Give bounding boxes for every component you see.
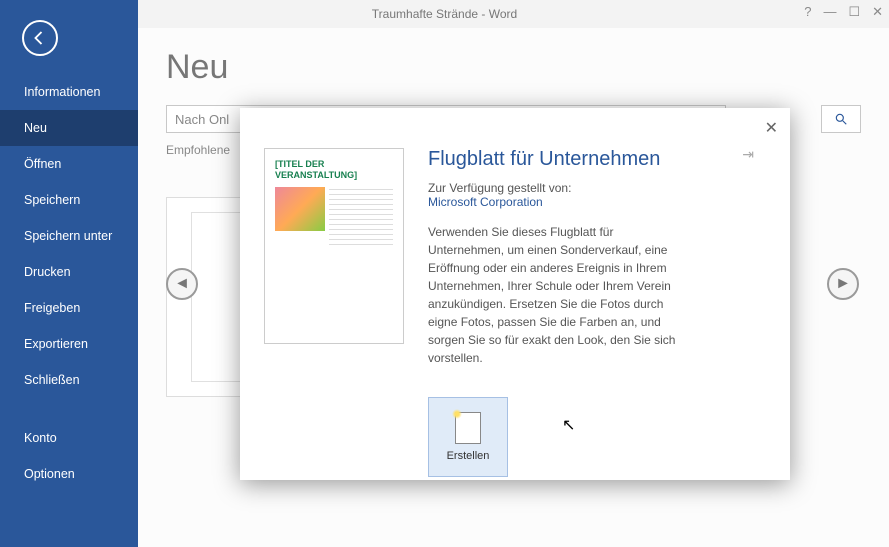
sidebar-item-speichern[interactable]: Speichern	[0, 182, 138, 218]
next-template-button[interactable]: ►	[827, 268, 859, 300]
sidebar-item-neu[interactable]: Neu	[0, 110, 138, 146]
search-button[interactable]	[821, 105, 861, 133]
search-icon	[834, 112, 848, 126]
sidebar-item-label: Öffnen	[24, 157, 61, 171]
sidebar-item-informationen[interactable]: Informationen	[0, 74, 138, 110]
preview-text-lines	[329, 189, 393, 249]
template-description: Verwenden Sie dieses Flugblatt für Unter…	[428, 223, 688, 367]
back-button[interactable]	[22, 20, 58, 56]
backstage-sidebar: Informationen Neu Öffnen Speichern Speic…	[0, 0, 138, 547]
chevron-right-icon: ►	[835, 275, 851, 293]
modal-close-button[interactable]: ✕	[765, 118, 778, 138]
sidebar-item-label: Optionen	[24, 467, 75, 481]
page-title: Neu	[166, 48, 861, 87]
preview-image	[275, 187, 325, 231]
sidebar-item-schliessen[interactable]: Schließen	[0, 362, 138, 398]
maximize-icon[interactable]: ☐	[848, 4, 860, 20]
sidebar-item-drucken[interactable]: Drucken	[0, 254, 138, 290]
sidebar-item-label: Neu	[24, 121, 47, 135]
sidebar-item-label: Speichern unter	[24, 229, 112, 243]
create-button[interactable]: Erstellen	[428, 397, 508, 477]
template-preview: [TITEL DER VERANSTALTUNG]	[264, 148, 404, 344]
sidebar-item-label: Freigeben	[24, 301, 80, 315]
sidebar-item-freigeben[interactable]: Freigeben	[0, 290, 138, 326]
prev-template-button[interactable]: ◄	[166, 268, 198, 300]
provided-by-label: Zur Verfügung gestellt von:	[428, 181, 766, 195]
chevron-left-icon: ◄	[174, 275, 190, 293]
sidebar-item-speichern-unter[interactable]: Speichern unter	[0, 218, 138, 254]
new-document-icon	[455, 412, 481, 444]
minimize-icon[interactable]: —	[823, 4, 836, 20]
template-title: Flugblatt für Unternehmen	[428, 148, 766, 171]
help-icon[interactable]: ?	[804, 4, 811, 20]
provider-link[interactable]: Microsoft Corporation	[428, 195, 766, 209]
sidebar-item-optionen[interactable]: Optionen	[0, 456, 138, 492]
sidebar-item-label: Speichern	[24, 193, 80, 207]
pin-icon: ⇥	[742, 146, 754, 162]
sidebar-item-label: Drucken	[24, 265, 71, 279]
sidebar-item-exportieren[interactable]: Exportieren	[0, 326, 138, 362]
preview-heading: [TITEL DER VERANSTALTUNG]	[275, 159, 393, 181]
sidebar-item-oeffnen[interactable]: Öffnen	[0, 146, 138, 182]
pin-button[interactable]: ⇥	[742, 146, 754, 163]
close-window-icon[interactable]: ✕	[872, 4, 883, 20]
sidebar-item-label: Informationen	[24, 85, 100, 99]
arrow-left-icon	[31, 29, 49, 47]
sidebar-item-label: Exportieren	[24, 337, 88, 351]
close-icon: ✕	[765, 120, 778, 137]
sidebar-item-konto[interactable]: Konto	[0, 420, 138, 456]
template-detail-modal: ✕ ⇥ [TITEL DER VERANSTALTUNG] Flugblatt …	[240, 108, 790, 480]
sidebar-item-label: Schließen	[24, 373, 80, 387]
create-label: Erstellen	[447, 450, 490, 462]
sidebar-item-label: Konto	[24, 431, 57, 445]
